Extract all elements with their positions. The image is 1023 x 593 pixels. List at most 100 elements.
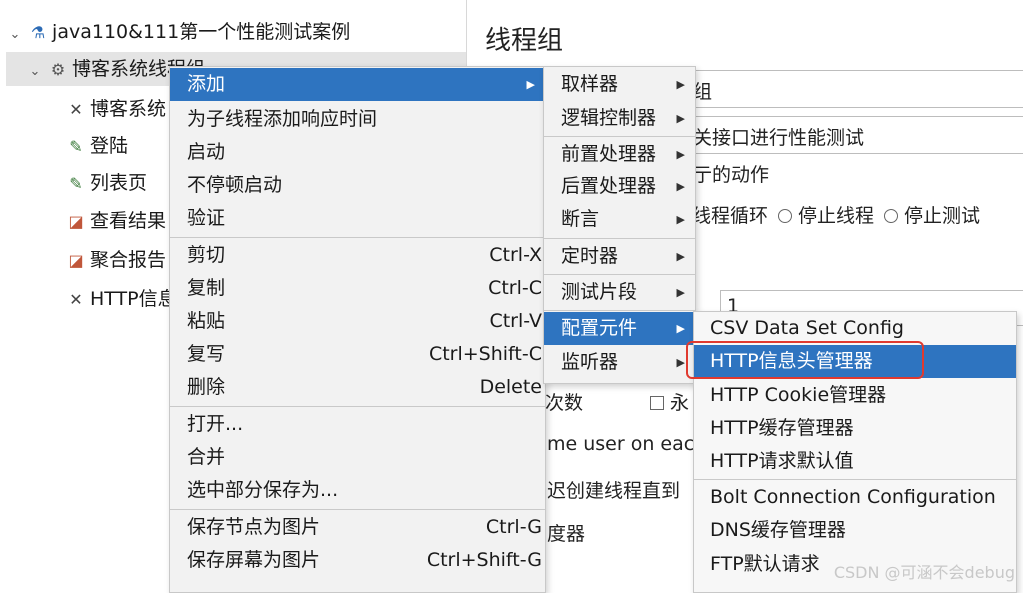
menu-item-label: 为子线程添加响应时间 xyxy=(187,108,378,130)
menu-item-label: 逻辑控制器 xyxy=(561,107,657,129)
chevron-right-icon: ▶ xyxy=(676,148,685,161)
menu-item-post-processor[interactable]: 后置处理器 ▶ xyxy=(544,170,695,203)
menu-item-label: 粘贴 xyxy=(187,310,226,332)
menu-item-assertion[interactable]: 断言 ▶ xyxy=(544,203,695,236)
context-menu: 添加 ▶ 为子线程添加响应时间 启动 不停顿启动 验证 剪切 Ctrl-X 复制 Ct… xyxy=(169,66,546,593)
radio-stop-thread[interactable] xyxy=(778,209,793,223)
menu-item-delete[interactable]: 删除 Delete xyxy=(170,371,545,404)
wrench-icon: ✕ xyxy=(69,290,83,309)
chevron-right-icon: ▶ xyxy=(676,78,685,91)
menu-separator xyxy=(544,310,695,311)
menu-item-label: 复写 xyxy=(187,343,226,365)
annotation-highlight-box xyxy=(686,341,924,379)
same-user-label: me user on eacl xyxy=(547,433,700,455)
menu-separator xyxy=(170,406,545,407)
chevron-right-icon: ▶ xyxy=(526,78,535,91)
tree-item-label: 查看结果 xyxy=(90,210,167,232)
tree-item-http-header[interactable]: ✕ HTTP信息 xyxy=(66,282,176,316)
menu-item-add-response-time[interactable]: 为子线程添加响应时间 xyxy=(170,103,545,136)
menu-item-label: HTTP Cookie管理器 xyxy=(710,384,887,406)
menu-item-label: 添加 xyxy=(187,73,226,95)
chevron-right-icon: ▶ xyxy=(676,250,685,263)
tree-item-view-results[interactable]: ◪ 查看结果 xyxy=(66,204,166,238)
chevron-right-icon: ▶ xyxy=(676,322,685,335)
radio-label-stop-thread[interactable]: 停止线程 xyxy=(798,205,874,227)
menu-item-add[interactable]: 添加 ▶ xyxy=(170,68,545,101)
menu-item-label: 前置处理器 xyxy=(561,143,657,165)
menu-item-duplicate[interactable]: 复写 Ctrl+Shift-C xyxy=(170,338,545,371)
menu-item-bolt-connection[interactable]: Bolt Connection Configuration xyxy=(694,481,1016,514)
name-field[interactable]: 组 xyxy=(690,70,1023,108)
menu-item-label: 选中部分保存为... xyxy=(187,479,339,501)
menu-item-pre-processor[interactable]: 前置处理器 ▶ xyxy=(544,138,695,171)
menu-item-save-screen-image[interactable]: 保存屏幕为图片 Ctrl+Shift-G xyxy=(170,544,545,577)
sampler-error-action-label: 亍的动作 xyxy=(693,164,770,186)
menu-separator xyxy=(694,479,1016,480)
chevron-right-icon: ▶ xyxy=(676,112,685,125)
tree-item-test-plan[interactable]: ⌄ ⚗ java110&111第一个性能测试案例 xyxy=(8,15,351,52)
menu-item-timer[interactable]: 定时器 ▶ xyxy=(544,240,695,273)
tree-item-blog[interactable]: ✕ 博客系统 xyxy=(66,92,166,126)
wrench-icon: ✕ xyxy=(69,100,83,119)
chevron-down-icon[interactable]: ⌄ xyxy=(8,18,22,52)
menu-item-label: HTTP缓存管理器 xyxy=(710,417,854,439)
menu-separator xyxy=(170,237,545,238)
chevron-down-icon[interactable]: ⌄ xyxy=(28,55,42,89)
menu-item-label: 验证 xyxy=(187,207,226,229)
delay-thread-label: 迟创建线程直到 xyxy=(547,480,681,502)
menu-separator xyxy=(544,136,695,137)
menu-item-label: 不停顿启动 xyxy=(187,174,283,196)
menu-item-test-fragment[interactable]: 测试片段 ▶ xyxy=(544,276,695,309)
chevron-right-icon: ▶ xyxy=(676,213,685,226)
menu-item-merge[interactable]: 合并 xyxy=(170,441,545,474)
menu-item-label: FTP默认请求 xyxy=(710,553,820,575)
menu-item-label: 监听器 xyxy=(561,351,619,373)
tree-item-aggregate-report[interactable]: ◪ 聚合报告 xyxy=(66,243,166,277)
menu-item-start-no-pause[interactable]: 不停顿启动 xyxy=(170,169,545,202)
menu-item-label: 剪切 xyxy=(187,244,226,266)
tree-item-login[interactable]: ✎ 登陆 xyxy=(66,129,128,163)
menu-item-open[interactable]: 打开... xyxy=(170,408,545,441)
forever-checkbox[interactable] xyxy=(650,396,664,410)
menu-item-sampler[interactable]: 取样器 ▶ xyxy=(544,68,695,101)
menu-item-http-cache-manager[interactable]: HTTP缓存管理器 xyxy=(694,412,1016,445)
menu-item-label: 合并 xyxy=(187,446,226,468)
menu-item-label: 取样器 xyxy=(561,73,619,95)
menu-item-paste[interactable]: 粘贴 Ctrl-V xyxy=(170,305,545,338)
comment-field[interactable]: 关接口进行性能测试 xyxy=(690,116,1023,154)
menu-item-label: HTTP请求默认值 xyxy=(710,450,854,472)
menu-item-label: 断言 xyxy=(561,208,600,230)
forever-checkbox-row[interactable]: 永 xyxy=(650,388,689,415)
menu-item-dns-cache-manager[interactable]: DNS缓存管理器 xyxy=(694,514,1016,547)
menu-item-http-request-defaults[interactable]: HTTP请求默认值 xyxy=(694,445,1016,478)
radio-stop-test[interactable] xyxy=(884,209,899,223)
menu-shortcut: Ctrl-G xyxy=(485,516,542,538)
menu-item-label: 打开... xyxy=(187,413,244,435)
menu-item-copy[interactable]: 复制 Ctrl-C xyxy=(170,272,545,305)
menu-item-logic-controller[interactable]: 逻辑控制器 ▶ xyxy=(544,102,695,135)
menu-item-label: 保存屏幕为图片 xyxy=(187,549,321,571)
menu-item-validate[interactable]: 验证 xyxy=(170,202,545,235)
watermark: CSDN @可涵不会debug xyxy=(833,563,1015,582)
menu-shortcut: Ctrl-V xyxy=(489,310,542,332)
tree-item-label: 登陆 xyxy=(90,135,129,157)
menu-item-cut[interactable]: 剪切 Ctrl-X xyxy=(170,239,545,272)
menu-item-save-selection-as[interactable]: 选中部分保存为... xyxy=(170,474,545,507)
radio-label-loop[interactable]: 线程循环 xyxy=(692,205,768,227)
forever-label: 永 xyxy=(670,392,690,414)
loop-count-label: 次数 xyxy=(545,392,584,414)
tree-item-list-page[interactable]: ✎ 列表页 xyxy=(66,166,147,200)
menu-item-start[interactable]: 启动 xyxy=(170,136,545,169)
menu-item-label: 保存节点为图片 xyxy=(187,516,321,538)
menu-item-save-node-image[interactable]: 保存节点为图片 Ctrl-G xyxy=(170,511,545,544)
chevron-right-icon: ▶ xyxy=(676,180,685,193)
menu-item-http-cookie-manager[interactable]: HTTP Cookie管理器 xyxy=(694,379,1016,412)
menu-item-config-element[interactable]: 配置元件 ▶ xyxy=(544,312,695,345)
graph-icon: ◪ xyxy=(68,212,84,231)
radio-label-stop-test[interactable]: 停止测试 xyxy=(904,205,980,227)
page-title: 线程组 xyxy=(485,26,564,56)
menu-item-label: 测试片段 xyxy=(561,281,638,303)
menu-shortcut: Ctrl-C xyxy=(488,277,542,299)
menu-item-label: 复制 xyxy=(187,277,226,299)
menu-item-listener[interactable]: 监听器 ▶ xyxy=(544,346,695,379)
